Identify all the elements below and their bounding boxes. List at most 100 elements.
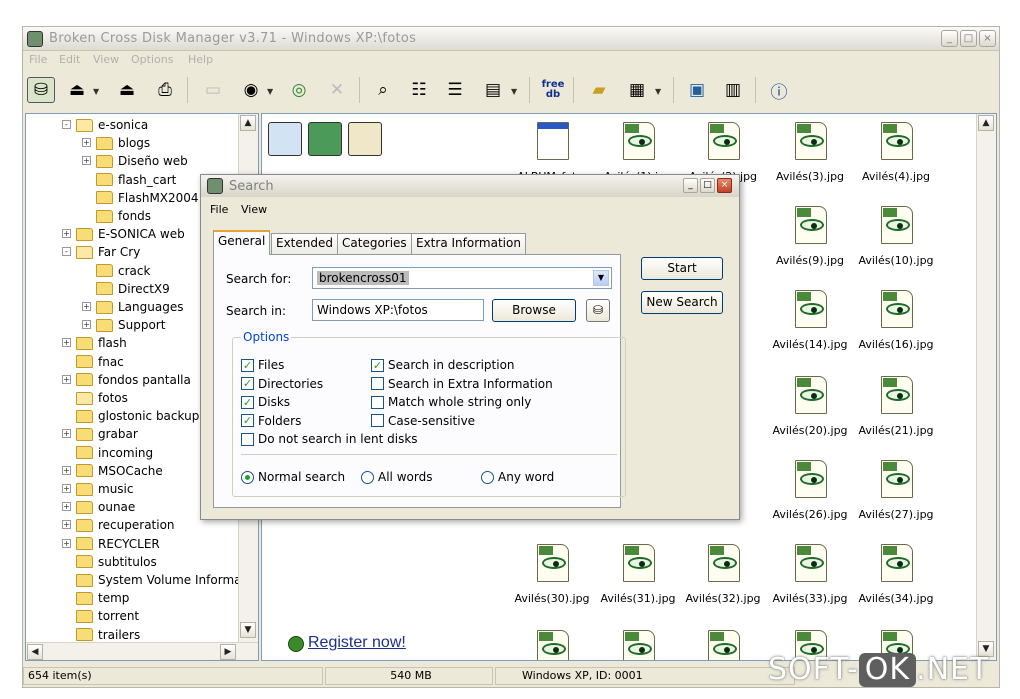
- tree-hscroll[interactable]: ◀ ▶: [26, 642, 258, 660]
- tree-item[interactable]: temp: [76, 589, 129, 607]
- tree-item[interactable]: torrent: [76, 607, 139, 625]
- tab-general[interactable]: General: [213, 230, 271, 255]
- new-search-button[interactable]: New Search: [641, 291, 723, 314]
- checkbox-disks[interactable]: ✓ Disks: [241, 395, 290, 409]
- radio-all-words[interactable]: All words: [361, 470, 432, 484]
- floppy-delete-icon[interactable]: [348, 122, 382, 156]
- tree-item[interactable]: trailers: [76, 626, 140, 644]
- tree-item[interactable]: e-sonica: [76, 116, 148, 134]
- tree-item[interactable]: fonds: [96, 207, 151, 225]
- tree-expander[interactable]: -: [62, 247, 71, 257]
- tree-expander[interactable]: +: [62, 465, 71, 475]
- tree-item[interactable]: grabar: [76, 425, 138, 443]
- catalog-icon[interactable]: ☰: [441, 77, 469, 103]
- checkbox-search-in-extra-information[interactable]: Search in Extra Information: [371, 377, 553, 391]
- tree-expander[interactable]: +: [82, 138, 91, 148]
- tree-item[interactable]: RECYCLER: [76, 535, 160, 553]
- file-item[interactable]: Avilés(27).jpg: [854, 460, 938, 534]
- tree-expander[interactable]: +: [62, 374, 71, 384]
- tree-item[interactable]: FlashMX2004: [96, 189, 199, 207]
- file-item[interactable]: Avilés(26).jpg: [768, 460, 852, 534]
- file-item[interactable]: Avilés(14).jpg: [768, 290, 852, 364]
- export-icon[interactable]: ▤: [479, 77, 507, 103]
- maximize-button[interactable]: □: [960, 30, 977, 47]
- tree-item[interactable]: blogs: [96, 134, 150, 152]
- file-item[interactable]: [596, 630, 680, 660]
- tree-expander[interactable]: +: [82, 302, 91, 311]
- file-item[interactable]: Avilés(4).jpg: [854, 122, 938, 196]
- tree-item[interactable]: subtitulos: [76, 553, 157, 571]
- checkbox-case-sensitive[interactable]: Case-sensitive: [371, 414, 475, 428]
- tree-item[interactable]: Languages: [96, 298, 183, 316]
- search-for-input[interactable]: brokencross01 ▼: [312, 267, 612, 289]
- file-item[interactable]: Avilés(21).jpg: [854, 376, 938, 450]
- tree-item[interactable]: Far Cry: [76, 243, 140, 261]
- image-icon[interactable]: ▣: [683, 77, 711, 103]
- scan-icon[interactable]: ⏏: [63, 77, 91, 103]
- list-icon[interactable]: ☷: [405, 77, 433, 103]
- start-button[interactable]: Start: [641, 257, 723, 280]
- menu-help[interactable]: Help: [188, 53, 213, 66]
- tree-item[interactable]: fotos: [76, 389, 128, 407]
- file-item[interactable]: Avilés(31).jpg: [596, 544, 680, 618]
- scroll-up-button[interactable]: ▲: [240, 115, 256, 131]
- file-item[interactable]: Avilés(10).jpg: [854, 206, 938, 280]
- tree-expander[interactable]: +: [62, 502, 71, 512]
- cd-icon[interactable]: ◎: [285, 77, 313, 103]
- drive-picker-icon[interactable]: ⛁: [586, 299, 610, 322]
- tree-item[interactable]: ounae: [76, 498, 135, 516]
- dialog-maximize-button[interactable]: □: [700, 178, 715, 193]
- freedb-icon[interactable]: free db: [539, 77, 567, 103]
- menu-view[interactable]: View: [93, 53, 119, 66]
- menu-file[interactable]: File: [29, 53, 47, 66]
- tree-expander[interactable]: +: [62, 538, 71, 548]
- tree-item[interactable]: flash_cart: [96, 171, 176, 189]
- add-disk-icon[interactable]: ◉: [237, 77, 265, 103]
- tree-item[interactable]: DirectX9: [96, 280, 170, 298]
- tree-item[interactable]: System Volume Information: [76, 571, 258, 589]
- delete-icon[interactable]: ✕: [323, 77, 351, 103]
- checkbox-files[interactable]: ✓ Files: [241, 358, 284, 372]
- tree-expander[interactable]: -: [62, 120, 71, 129]
- dialog-close-button[interactable]: ×: [717, 178, 732, 193]
- file-item[interactable]: Avilés(9).jpg: [768, 206, 852, 280]
- checkbox-do-not-search-in-lent-disks[interactable]: Do not search in lent disks: [241, 432, 418, 446]
- cd-folder-icon[interactable]: [268, 122, 302, 156]
- menu-options[interactable]: Options: [131, 53, 173, 66]
- drive-icon[interactable]: ⛁: [27, 77, 55, 103]
- tree-item[interactable]: fnac: [76, 353, 124, 371]
- register-link[interactable]: Register now!: [308, 634, 406, 652]
- disk-folder-icon[interactable]: [308, 122, 342, 156]
- tree-expander[interactable]: +: [62, 484, 71, 493]
- file-item[interactable]: [510, 630, 594, 660]
- checkbox-search-in-description[interactable]: ✓ Search in description: [371, 358, 515, 372]
- checkbox-directories[interactable]: ✓ Directories: [241, 377, 323, 391]
- minimize-button[interactable]: _: [941, 30, 958, 47]
- tree-item[interactable]: music: [76, 480, 133, 498]
- files-vscroll[interactable]: ▲ ▼: [976, 114, 996, 660]
- checkbox-match-whole-string-only[interactable]: Match whole string only: [371, 395, 531, 409]
- tree-expander[interactable]: +: [62, 429, 71, 439]
- files-scroll-up[interactable]: ▲: [978, 115, 994, 131]
- file-item[interactable]: Avilés(32).jpg: [681, 544, 765, 618]
- tree-expander[interactable]: +: [62, 229, 71, 239]
- file-item[interactable]: [681, 630, 765, 660]
- menu-edit[interactable]: Edit: [59, 53, 80, 66]
- file-item[interactable]: Avilés(20).jpg: [768, 376, 852, 450]
- tree-item[interactable]: fondos pantalla: [76, 371, 191, 389]
- blank-icon[interactable]: ▭: [199, 77, 227, 103]
- dialog-minimize-button[interactable]: _: [683, 178, 698, 193]
- scroll-down-button[interactable]: ▼: [240, 622, 256, 638]
- scroll-right-button[interactable]: ▶: [220, 644, 236, 660]
- file-item[interactable]: Avilés(30).jpg: [510, 544, 594, 618]
- file-item[interactable]: Avilés(3).jpg: [768, 122, 852, 196]
- tree-expander[interactable]: +: [82, 156, 91, 166]
- dialog-menu-file[interactable]: File: [210, 203, 228, 216]
- tree-item[interactable]: incoming: [76, 444, 153, 462]
- view-icon[interactable]: ▦: [623, 77, 651, 103]
- radio-any-word[interactable]: Any word: [481, 470, 554, 484]
- file-item[interactable]: Avilés(33).jpg: [768, 544, 852, 618]
- folder-up-icon[interactable]: ▰: [585, 77, 613, 103]
- tree-expander[interactable]: +: [62, 520, 71, 530]
- info-icon[interactable]: ⓘ: [765, 77, 793, 103]
